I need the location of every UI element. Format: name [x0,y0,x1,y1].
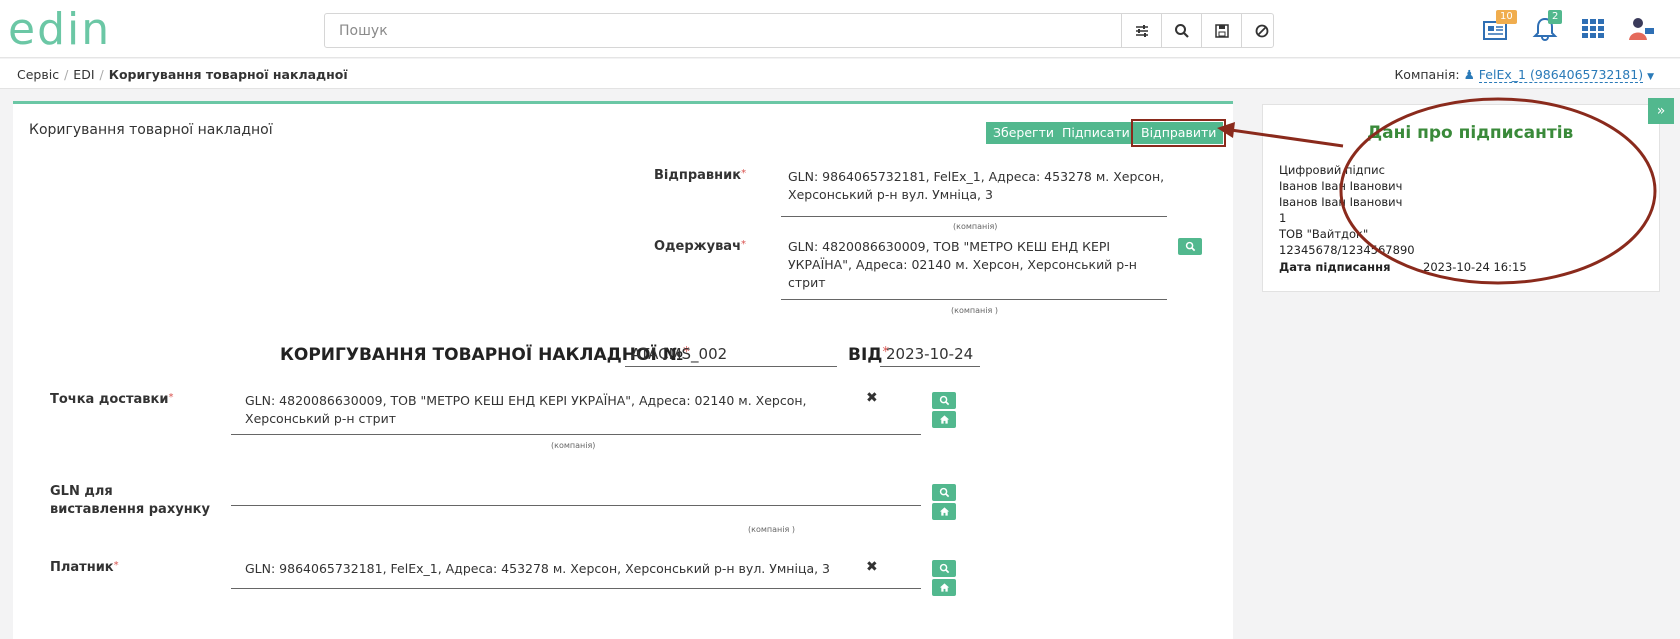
signer-line: ТОВ "Вайтдок" [1279,227,1369,241]
company-label: Компанія: [1394,67,1460,82]
news-button[interactable]: 10 [1478,10,1517,46]
svg-text:edin: edin [8,6,111,52]
double-chevron-right-icon: » [1656,103,1666,119]
delivery-hint: (компанія) [551,441,596,450]
apps-button[interactable] [1576,12,1610,46]
user-icon: ♟ [1463,67,1475,82]
signers-panel: Дані про підписантів Цифровий підпис Іва… [1262,104,1660,292]
receiver-value: GLN: 4820086630009, ТОВ "МЕТРО КЕШ ЕНД К… [788,239,1137,290]
signer-line: 12345678/1234567890 [1279,243,1415,257]
home-icon [939,507,949,516]
sliders-icon [1135,24,1148,37]
payer-search-button[interactable] [932,560,956,577]
breadcrumb-bar: Сервіс / EDI / Коригування товарної накладно… [0,59,1680,89]
search-icon [939,487,949,498]
user-avatar[interactable] [1624,12,1658,46]
signer-line: Іванов Іван Іванович [1279,179,1403,193]
delivery-search-button[interactable] [932,392,956,409]
payer-home-button[interactable] [932,579,956,596]
search-icon [939,563,949,574]
card-title: Коригування товарної накладної [29,122,273,138]
signer-line: Іванов Іван Іванович [1279,195,1403,209]
delivery-value: GLN: 4820086630009, ТОВ "МЕТРО КЕШ ЕНД К… [245,393,807,426]
billing-label: GLN для виставлення рахунку [50,484,210,517]
breadcrumb-current: Коригування товарної накладної [108,67,348,82]
billing-search-button[interactable] [932,484,956,501]
sender-label: Відправник* [654,168,747,183]
billing-input[interactable] [231,505,921,506]
save-button[interactable]: Зберегти [986,122,1062,144]
ban-icon [1255,24,1268,37]
notifications-badge: 2 [1548,10,1563,24]
search-icon [1174,23,1189,38]
billing-hint: (компанія ) [748,525,795,534]
search-input[interactable] [325,14,1145,47]
caret-down-icon[interactable]: ▼ [1647,72,1654,82]
clear-search-button[interactable] [1241,14,1281,47]
receiver-label: Одержувач* [654,239,747,254]
signing-date-value: 2023-10-24 16:15 [1423,260,1527,274]
receiver-underline [781,299,1167,300]
company-selector: Компанія: ♟ FelEx_1 (9864065732181) ▼ [1394,67,1654,83]
search-bar [324,13,1274,48]
company-link[interactable]: FelEx_1 (9864065732181) [1478,67,1644,83]
top-bar: edin 10 2 [0,0,1680,58]
payer-clear-icon[interactable]: ✖ [866,559,878,575]
filter-button[interactable] [1121,14,1161,47]
document-number-input[interactable]: ATACMS_002 [625,343,837,367]
billing-home-button[interactable] [932,503,956,520]
edin-logo[interactable]: edin [8,6,138,52]
receiver-search-button[interactable] [1178,238,1202,255]
document-date-input[interactable]: 2023-10-24 [880,343,980,367]
breadcrumb-edi[interactable]: EDI [73,67,94,82]
breadcrumb: Сервіс / EDI / Коригування товарної накладно… [17,67,348,82]
avatar-icon [1629,18,1654,40]
home-icon [939,583,949,592]
delivery-clear-icon[interactable]: ✖ [866,390,878,406]
receiver-hint: (компанія ) [951,306,998,315]
payer-value: GLN: 9864065732181, FelEx_1, Адреса: 453… [245,561,831,576]
sender-hint: (компанія) [953,222,998,231]
search-icon [939,395,949,406]
payer-underline [231,588,921,589]
breadcrumb-service[interactable]: Сервіс [17,67,59,82]
news-badge: 10 [1496,10,1517,24]
signer-line: 1 [1279,211,1287,225]
notifications-button[interactable]: 2 [1528,10,1563,46]
signers-title: Дані про підписантів [1367,123,1574,143]
expand-panel-button[interactable]: » [1648,98,1674,124]
sender-underline [781,216,1167,217]
signer-line: Цифровий підпис [1279,163,1385,177]
search-icon [1185,241,1195,252]
payer-label: Платник* [50,560,119,575]
home-icon [939,415,949,424]
send-button[interactable]: Відправити [1130,119,1227,147]
floppy-icon [1214,23,1229,38]
sender-value: GLN: 9864065732181, FelEx_1, Адреса: 453… [788,169,1165,202]
sign-button[interactable]: Підписати [1055,122,1137,144]
grid-icon [1582,19,1604,38]
delivery-underline [231,434,921,435]
document-card: Коригування товарної накладної Зберегти … [13,101,1233,639]
delivery-home-button[interactable] [932,411,956,428]
save-search-button[interactable] [1201,14,1241,47]
search-button[interactable] [1161,14,1201,47]
signing-date-label: Дата підписання [1279,260,1391,274]
delivery-label: Точка доставки* [50,392,174,407]
